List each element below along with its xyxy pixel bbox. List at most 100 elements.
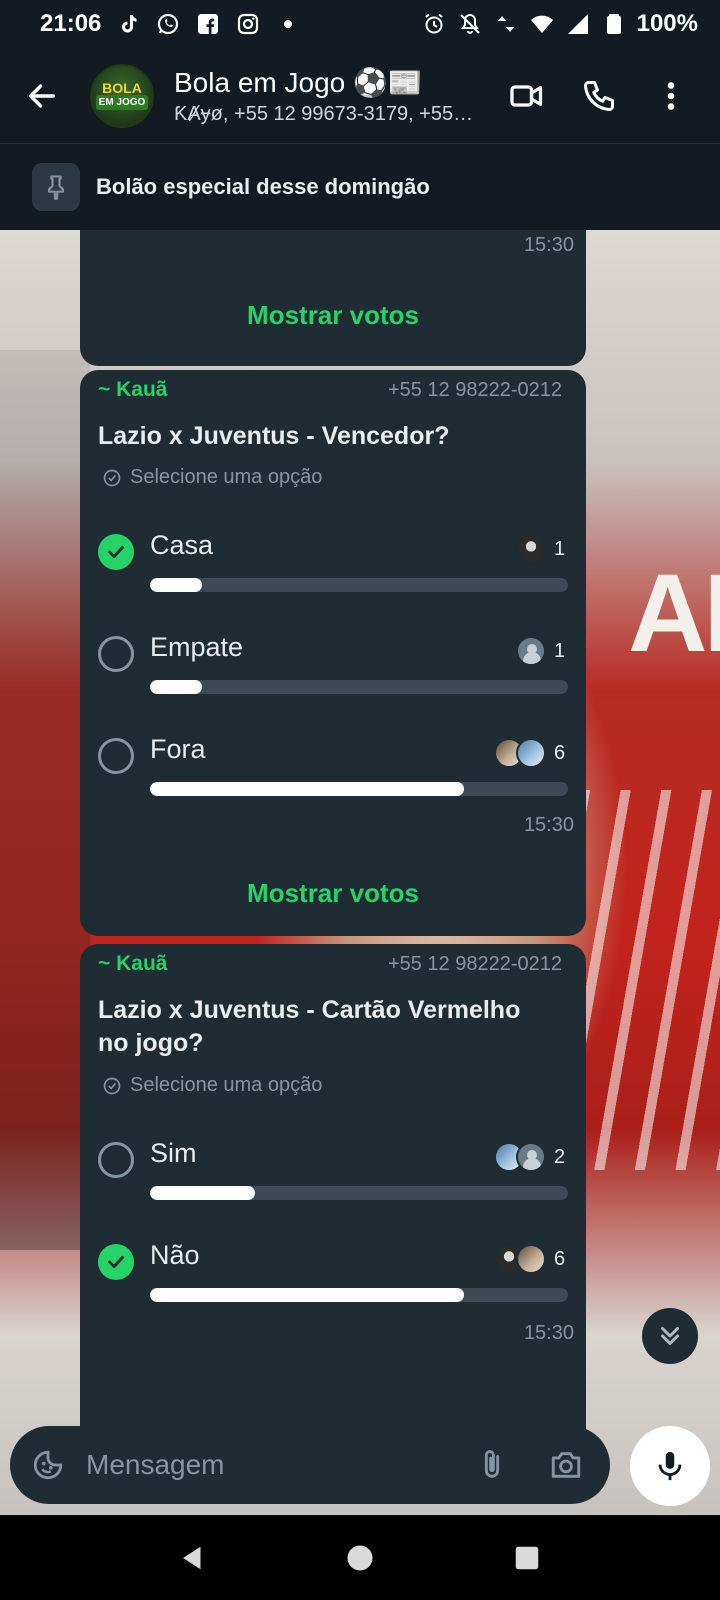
whatsapp-icon (155, 11, 181, 37)
group-members: ƘȺɏø, +55 12 99673-3179, +55 ... (174, 102, 474, 125)
sender-name[interactable]: ~ Kauã (98, 378, 167, 402)
poll-option-label: Não (150, 1240, 200, 1270)
attach-button[interactable] (472, 1445, 512, 1485)
vote-count: 1 (554, 639, 566, 662)
voter-avatar (516, 534, 546, 564)
voter-avatars[interactable]: 1 (516, 534, 568, 564)
battery-icon (601, 11, 627, 37)
more-options-button[interactable] (648, 73, 694, 119)
sender-phone: +55 12 98222-0212 (387, 952, 562, 975)
vote-bar (150, 1288, 568, 1302)
show-votes-button[interactable]: Mostrar votos (80, 300, 586, 331)
chat-area[interactable]: AI 15:30 Mostrar votos ~ Kauã +55 12 982… (0, 230, 720, 1515)
vote-bar (150, 578, 568, 592)
poll-message-red-card[interactable]: ~ Kauã +55 12 98222-0212 Lazio x Juventu… (80, 944, 586, 1464)
poll-radio[interactable] (98, 1142, 134, 1178)
poll-hint: Selecione uma opção (130, 1074, 323, 1096)
vote-bar (150, 680, 568, 694)
vote-count: 6 (554, 1247, 566, 1270)
check-circle-icon (103, 469, 121, 486)
paperclip-icon (484, 1450, 500, 1478)
message-time: 15:30 (523, 234, 574, 256)
message-composer (10, 1426, 610, 1504)
pinned-message-bar[interactable]: Bolão especial desse domingão (0, 144, 720, 230)
poll-question: Lazio x Juventus - Vencedor? (98, 422, 450, 450)
poll-option[interactable]: Não 6 (98, 1236, 568, 1326)
kebab-menu-icon (667, 81, 675, 110)
poll-radio-checked[interactable] (98, 534, 134, 570)
poll-option[interactable]: Fora 6 (98, 730, 568, 820)
vote-bar-fill (150, 1186, 255, 1200)
voter-avatars[interactable]: 6 (494, 1244, 568, 1274)
default-avatar-icon (516, 1142, 546, 1172)
default-avatar-icon (516, 636, 546, 666)
poll-hint: Selecione uma opção (130, 466, 323, 488)
voter-avatar (516, 738, 546, 768)
alarm-icon (421, 11, 447, 37)
message-input[interactable] (86, 1449, 472, 1481)
vote-bar-fill (150, 782, 464, 796)
microphone-icon (658, 1451, 682, 1481)
poll-option[interactable]: Empate 1 (98, 628, 568, 718)
vote-count: 6 (554, 741, 566, 764)
pinned-message-text: Bolão especial desse domingão (96, 174, 430, 199)
poll-option[interactable]: Sim 2 (98, 1134, 568, 1224)
voice-call-button[interactable] (576, 73, 622, 119)
data-icon (493, 11, 519, 37)
show-votes-button[interactable]: Mostrar votos (80, 878, 586, 909)
sender-name[interactable]: ~ Kauã (98, 952, 167, 976)
poll-message-previous[interactable]: 15:30 Mostrar votos (80, 230, 586, 366)
group-title: Bola em Jogo ⚽📰 (174, 66, 423, 98)
voter-avatars[interactable]: 2 (494, 1142, 568, 1172)
poll-question: Lazio x Juventus - Cartão Vermelho no jo… (98, 996, 521, 1057)
poll-option[interactable]: Casa 1 (98, 526, 568, 616)
poll-option-label: Fora (150, 734, 206, 764)
system-nav-bar (0, 1516, 720, 1600)
scroll-to-bottom-button[interactable] (642, 1308, 698, 1364)
camera-icon (551, 1452, 581, 1478)
sticker-icon (33, 1450, 63, 1480)
arrow-left-icon (28, 83, 56, 108)
status-bar: 21:06 100% (0, 0, 720, 48)
circle-home-icon (347, 1545, 373, 1571)
poll-radio[interactable] (98, 636, 134, 672)
poll-radio-checked[interactable] (98, 1244, 134, 1280)
sender-phone: +55 12 98222-0212 (387, 378, 562, 401)
voter-avatars[interactable]: 1 (516, 636, 568, 666)
voter-avatars[interactable]: 6 (494, 738, 568, 768)
group-avatar[interactable]: BOLA EM JOGO (90, 63, 154, 128)
voter-avatar (516, 1244, 546, 1274)
vote-bar-fill (150, 680, 203, 694)
group-info[interactable]: Bola em Jogo ⚽📰 ƘȺɏø, +55 12 99673-3179,… (174, 66, 474, 126)
chat-header: BOLA EM JOGO Bola em Jogo ⚽📰 ƘȺɏø, +55 1… (0, 48, 720, 144)
voice-message-button[interactable] (630, 1426, 710, 1506)
wallpaper-stripes (580, 790, 720, 1170)
wallpaper-shadow (0, 350, 90, 1250)
back-button[interactable] (10, 64, 74, 128)
camera-button[interactable] (546, 1445, 586, 1485)
status-time: 21:06 (40, 10, 102, 37)
vote-count: 2 (554, 1145, 566, 1168)
poll-radio[interactable] (98, 738, 134, 774)
poll-message-winner[interactable]: ~ Kauã +55 12 98222-0212 Lazio x Juventu… (80, 370, 586, 936)
wifi-icon (529, 11, 555, 37)
instagram-icon (235, 11, 261, 37)
nav-home-button[interactable] (340, 1538, 380, 1578)
poll-option-label: Empate (150, 632, 244, 662)
poll-option-label: Sim (150, 1138, 197, 1168)
wallpaper-graphic: AI (628, 552, 720, 675)
vote-bar (150, 1186, 568, 1200)
signal-icon (565, 11, 591, 37)
avatar-text-bottom: EM JOGO (95, 94, 149, 110)
poll-option-label: Casa (150, 530, 214, 560)
vote-count: 1 (554, 537, 566, 560)
video-call-button[interactable] (504, 73, 550, 119)
vote-bar (150, 782, 568, 796)
checkmark-icon (108, 1255, 124, 1269)
emoji-sticker-button[interactable] (28, 1445, 68, 1485)
nav-back-button[interactable] (173, 1538, 213, 1578)
facebook-icon (195, 11, 221, 37)
vote-bar-fill (150, 578, 203, 592)
triangle-back-icon (183, 1546, 201, 1570)
nav-recents-button[interactable] (507, 1538, 547, 1578)
